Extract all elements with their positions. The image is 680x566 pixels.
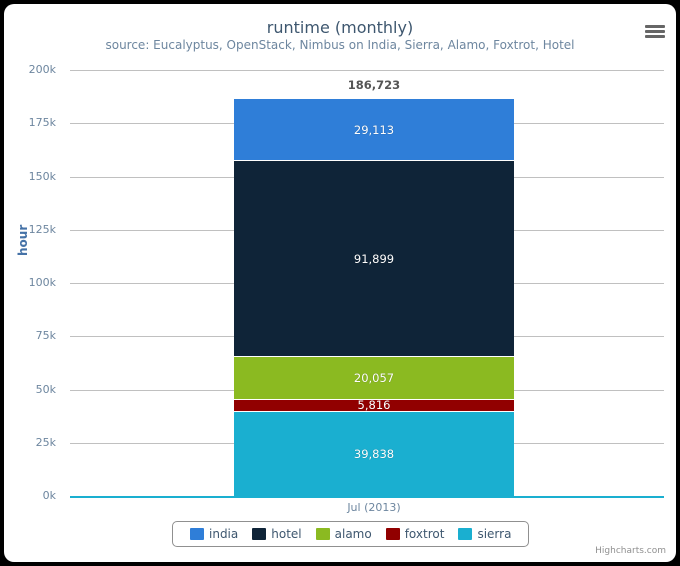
- legend-item-india[interactable]: india: [190, 527, 238, 541]
- legend-swatch-india: [190, 528, 204, 540]
- legend-label: sierra: [477, 527, 512, 541]
- stack-total-label: 186,723: [347, 78, 401, 93]
- legend[interactable]: india hotel alamo foxtrot sierra: [172, 521, 530, 547]
- y-axis-tick-label: 50k: [35, 382, 56, 396]
- legend-label: alamo: [334, 527, 372, 541]
- legend-label: hotel: [271, 527, 302, 541]
- legend-item-alamo[interactable]: alamo: [315, 527, 372, 541]
- hamburger-bar-2: [645, 30, 665, 33]
- hamburger-icon[interactable]: [637, 16, 669, 46]
- gridline: [70, 70, 664, 71]
- legend-item-foxtrot[interactable]: foxtrot: [385, 527, 445, 541]
- plot-area: 0k 25k 50k 75k 100k 125k 150k 175k 200k 186,723 …: [29, 63, 664, 502]
- segment-value-label: 29,113: [353, 122, 395, 137]
- stack-segment-alamo[interactable]: 20,057: [234, 356, 514, 399]
- legend-swatch-alamo: [315, 528, 330, 540]
- stack-segment-sierra[interactable]: 39,838: [234, 411, 514, 496]
- chart-subtitle: source: Eucalyptus, OpenStack, Nimbus on…: [105, 38, 575, 52]
- y-axis-tick-label: 150k: [28, 169, 56, 183]
- segment-value-label: 91,899: [353, 251, 395, 266]
- y-axis-tick-label: 100k: [28, 276, 56, 289]
- legend-item-sierra[interactable]: sierra: [458, 527, 511, 541]
- chart-outer-frame: runtime (monthly) source: Eucalyptus, Op…: [0, 0, 680, 566]
- y-axis-tick-label: 25k: [35, 435, 56, 449]
- legend-swatch-hotel: [252, 528, 267, 540]
- y-axis-tick-label: 200k: [28, 63, 56, 76]
- hamburger-bar-3: [645, 35, 665, 38]
- legend-swatch-foxtrot: [385, 528, 400, 540]
- hamburger-bar-1: [645, 25, 665, 28]
- legend-label: foxtrot: [404, 527, 445, 541]
- y-axis-tick-label: 175k: [28, 116, 56, 130]
- y-axis-tick-label: 125k: [28, 222, 56, 236]
- chart-container: runtime (monthly) source: Eucalyptus, Op…: [4, 4, 676, 562]
- stack-segment-foxtrot[interactable]: 5,816: [234, 398, 514, 413]
- legend-swatch-sierra: [458, 528, 473, 540]
- stack-segment-hotel[interactable]: 91,899: [234, 160, 514, 357]
- segment-value-label: 39,838: [353, 447, 395, 462]
- credits-link[interactable]: Highcharts.com: [595, 546, 666, 556]
- gridline: [70, 496, 664, 498]
- legend-label: india: [209, 527, 239, 541]
- y-axis-tick-label: 0k: [42, 489, 56, 502]
- segment-value-label: 5,816: [357, 398, 391, 413]
- legend-item-hotel[interactable]: hotel: [252, 527, 302, 541]
- chart-title: runtime (monthly): [266, 18, 414, 37]
- y-axis-tick-label: 75k: [35, 329, 56, 343]
- x-axis-tick-label: Jul (2013): [347, 501, 401, 514]
- segment-value-label: 20,057: [353, 370, 395, 385]
- stack-segment-india[interactable]: 29,113: [234, 98, 514, 161]
